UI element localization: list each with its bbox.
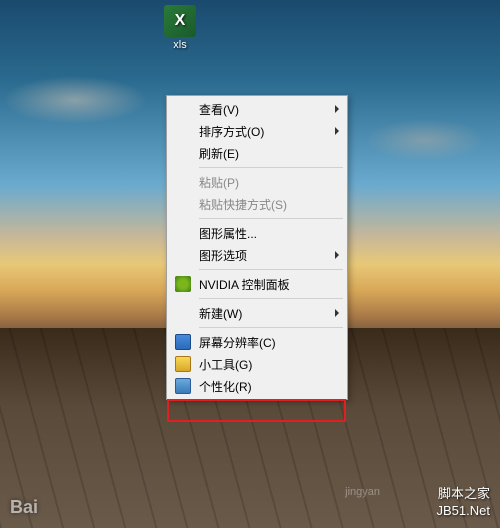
chevron-right-icon [335,127,339,135]
chevron-right-icon [335,251,339,259]
nvidia-icon [175,276,191,292]
menu-label: 新建(W) [199,305,242,322]
menu-label: 粘贴快捷方式(S) [199,196,287,213]
menu-paste-shortcut: 粘贴快捷方式(S) [169,193,345,215]
menu-label: 刷新(E) [199,145,239,162]
menu-graphics-options[interactable]: 图形选项 [169,244,345,266]
menu-paste: 粘贴(P) [169,171,345,193]
menu-label: 排序方式(O) [199,123,264,140]
desktop-icon-label: xls [173,39,186,51]
menu-nvidia[interactable]: NVIDIA 控制面板 [169,273,345,295]
menu-separator [199,269,343,270]
menu-label: 图形属性... [199,225,257,242]
menu-screen-resolution[interactable]: 屏幕分辨率(C) [169,331,345,353]
menu-sort[interactable]: 排序方式(O) [169,120,345,142]
watermark-jingyan: jingyan [345,486,380,498]
menu-new[interactable]: 新建(W) [169,302,345,324]
menu-label: 个性化(R) [199,378,252,395]
menu-label: 图形选项 [199,247,247,264]
gadget-icon [175,356,191,372]
menu-personalize[interactable]: 个性化(R) [169,375,345,397]
watermark-site-url: JB51.Net [437,503,490,520]
menu-label: 粘贴(P) [199,174,239,191]
menu-separator [199,167,343,168]
menu-label: 小工具(G) [199,356,252,373]
menu-label: 屏幕分辨率(C) [199,334,276,351]
chevron-right-icon [335,309,339,317]
menu-refresh[interactable]: 刷新(E) [169,142,345,164]
menu-label: NVIDIA 控制面板 [199,276,290,293]
excel-icon [164,5,196,37]
monitor-icon [175,334,191,350]
chevron-right-icon [335,105,339,113]
menu-separator [199,298,343,299]
watermark-site-name: 脚本之家 [437,486,490,503]
desktop-context-menu: 查看(V) 排序方式(O) 刷新(E) 粘贴(P) 粘贴快捷方式(S) 图形属性… [166,95,348,400]
watermark-site: 脚本之家 JB51.Net [437,486,490,520]
menu-view[interactable]: 查看(V) [169,98,345,120]
menu-label: 查看(V) [199,101,239,118]
personalize-icon [175,378,191,394]
menu-separator [199,327,343,328]
watermark-baidu: Bai [10,497,38,518]
menu-gadgets[interactable]: 小工具(G) [169,353,345,375]
menu-separator [199,218,343,219]
desktop-icon-xls[interactable]: xls [150,5,210,51]
menu-graphics-props[interactable]: 图形属性... [169,222,345,244]
